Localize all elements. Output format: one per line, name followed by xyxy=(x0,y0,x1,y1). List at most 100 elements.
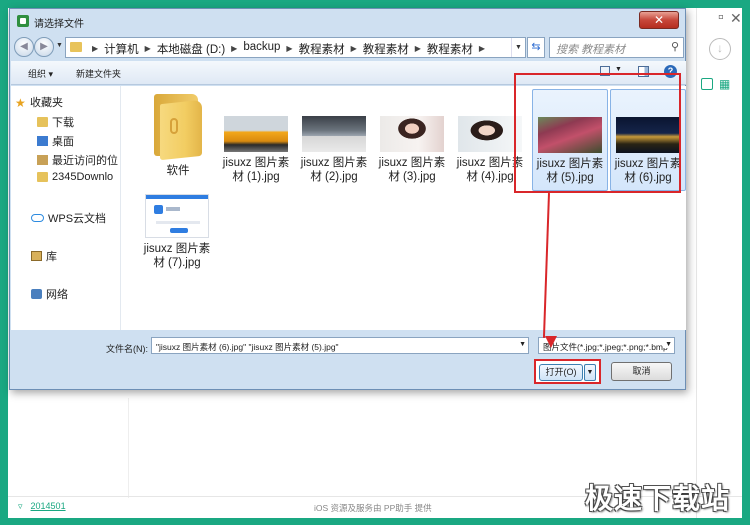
downloads-folder-icon xyxy=(37,117,48,127)
grid-icon[interactable]: ▦ xyxy=(719,78,732,91)
image-thumbnail xyxy=(145,194,209,238)
close-button[interactable]: ✕ xyxy=(639,11,679,29)
file-label: jisuxz 图片素材 (7).jpg xyxy=(143,243,211,269)
back-button[interactable]: ◀ xyxy=(14,37,34,57)
nav-label: 2345Downlo xyxy=(52,171,114,183)
nav-network[interactable]: 网络 xyxy=(31,286,68,302)
forward-button[interactable]: ▶ xyxy=(34,37,54,57)
version-text: 2014501 xyxy=(30,501,66,511)
file-item[interactable]: jisuxz 图片素材 (1).jpg xyxy=(218,116,294,184)
nav-downloads[interactable]: 下载 xyxy=(37,114,74,130)
chevron-down-icon[interactable]: ▼ xyxy=(519,341,526,348)
dialog-title: 请选择文件 xyxy=(34,19,84,30)
download-icon[interactable]: ↓ xyxy=(709,38,731,60)
chevron-right-icon[interactable]: ▶ xyxy=(351,41,357,57)
breadcrumb-item[interactable]: 计算机 xyxy=(104,41,139,57)
folder-icon xyxy=(37,172,48,182)
search-input[interactable]: 搜索 教程素材 ⚲ xyxy=(549,37,684,58)
open-button[interactable]: 打开(O) xyxy=(539,364,583,381)
image-thumbnail xyxy=(380,116,444,152)
search-placeholder: 搜索 教程素材 xyxy=(556,44,626,56)
file-label: 软件 xyxy=(166,165,190,177)
file-dialog: 请选择文件 ✕ ◀ ▶ ▼ ▶ 计算机 ▶ 本地磁盘 (D:) ▶ backup… xyxy=(9,8,686,390)
nav-favorites[interactable]: ★ 收藏夹 xyxy=(15,94,63,110)
nav-2345-downloads[interactable]: 2345Downlo xyxy=(37,171,113,183)
nav-libraries[interactable]: 库 xyxy=(31,248,57,264)
organize-button[interactable]: 组织 ▾ xyxy=(28,67,53,80)
search-icon[interactable]: ⚲ xyxy=(671,40,679,53)
file-label: jisuxz 图片素材 (3).jpg xyxy=(378,157,446,183)
footer-text: iOS 资源及服务由 PP助手 提供 xyxy=(314,503,432,513)
breadcrumb-item[interactable]: 教程素材 xyxy=(363,41,409,57)
triangle-icon: ▿ xyxy=(18,501,23,511)
filename-value: "jisuxz 图片素材 (6).jpg" "jisuxz 图片素材 (5).j… xyxy=(156,342,339,352)
file-label: jisuxz 图片素材 (1).jpg xyxy=(222,157,290,183)
breadcrumb: ▶ 计算机 ▶ 本地磁盘 (D:) ▶ backup ▶ 教程素材 ▶ 教程素材… xyxy=(86,41,491,57)
annotation-arrow-head xyxy=(545,336,557,348)
nav-label: 库 xyxy=(46,251,57,263)
selection-highlight xyxy=(514,73,681,193)
nav-label: WPS云文档 xyxy=(48,213,107,225)
open-options-dropdown[interactable]: ▼ xyxy=(584,364,596,381)
image-thumbnail xyxy=(458,116,522,152)
close-icon[interactable]: ✕ xyxy=(730,10,742,27)
file-item[interactable]: jisuxz 图片素材 (2).jpg xyxy=(296,116,372,184)
address-row: ◀ ▶ ▼ ▶ 计算机 ▶ 本地磁盘 (D:) ▶ backup ▶ 教程素材 … xyxy=(10,33,685,61)
nav-wps-cloud[interactable]: WPS云文档 xyxy=(31,210,106,226)
recent-places-icon xyxy=(37,155,48,165)
new-folder-button[interactable]: 新建文件夹 xyxy=(76,67,121,80)
file-label: jisuxz 图片素材 (2).jpg xyxy=(300,157,368,183)
chevron-right-icon[interactable]: ▶ xyxy=(231,41,237,57)
file-item-folder[interactable]: 软件 xyxy=(140,90,216,177)
site-watermark: 极速下载站 xyxy=(584,483,730,514)
nav-label: 最近访问的位 xyxy=(52,155,118,167)
image-thumbnail xyxy=(302,116,366,152)
app-right-panel: ▫ ✕ ↓ ▦ xyxy=(696,8,742,518)
filename-input[interactable]: "jisuxz 图片素材 (6).jpg" "jisuxz 图片素材 (5).j… xyxy=(151,337,529,354)
network-icon xyxy=(31,289,42,299)
dialog-footer: 文件名(N): "jisuxz 图片素材 (6).jpg" "jisuxz 图片… xyxy=(10,331,685,391)
filetype-select[interactable]: 图片文件(*.jpg;*.jpeg;*.png;*.bmp ▼ xyxy=(538,337,675,354)
refresh-button[interactable]: ⇆ xyxy=(527,37,545,58)
address-dropdown-icon[interactable]: ▼ xyxy=(511,38,525,57)
library-icon xyxy=(31,251,42,261)
file-item[interactable]: jisuxz 图片素材 (7).jpg xyxy=(139,194,215,270)
breadcrumb-item[interactable]: 教程素材 xyxy=(299,41,345,57)
nav-label: 网络 xyxy=(46,289,68,301)
nav-label: 收藏夹 xyxy=(30,97,63,109)
cloud-icon xyxy=(31,214,44,222)
chevron-right-icon[interactable]: ▶ xyxy=(415,41,421,57)
chevron-right-icon: ▶ xyxy=(92,44,99,53)
nav-desktop[interactable]: 桌面 xyxy=(37,133,74,149)
cancel-button[interactable]: 取消 xyxy=(611,362,672,381)
breadcrumb-item[interactable]: backup xyxy=(243,41,280,57)
divider xyxy=(128,398,129,498)
desktop-icon xyxy=(37,136,48,146)
open-button-highlight: 打开(O) ▼ xyxy=(534,359,601,384)
folder-icon xyxy=(150,90,206,161)
file-item[interactable]: jisuxz 图片素材 (3).jpg xyxy=(374,116,450,184)
folder-icon xyxy=(70,42,82,52)
app-icon xyxy=(17,15,29,27)
navigation-pane: ★ 收藏夹 下载 桌面 最近访问的位 2345Downlo WPS云文档 库 网… xyxy=(11,86,121,330)
nav-label: 桌面 xyxy=(52,136,74,148)
chevron-down-icon[interactable]: ▼ xyxy=(663,341,672,348)
nav-recent[interactable]: 最近访问的位 xyxy=(37,152,118,168)
nav-label: 下载 xyxy=(52,117,74,129)
version-link[interactable]: ▿ 2014501 xyxy=(18,501,66,512)
view-dropdown-icon[interactable]: ▼ xyxy=(615,66,622,73)
filetype-value: 图片文件(*.jpg;*.jpeg;*.png;*.bmp xyxy=(543,342,668,352)
chevron-right-icon[interactable]: ▶ xyxy=(286,41,292,57)
star-icon: ★ xyxy=(15,96,26,110)
minimize-icon[interactable]: ▫ xyxy=(718,10,730,26)
breadcrumb-item[interactable]: 教程素材 xyxy=(427,41,473,57)
dialog-titlebar[interactable]: 请选择文件 ✕ xyxy=(10,9,685,33)
chevron-right-icon[interactable]: ▶ xyxy=(145,41,151,57)
image-thumbnail xyxy=(224,116,288,152)
address-bar[interactable]: ▶ 计算机 ▶ 本地磁盘 (D:) ▶ backup ▶ 教程素材 ▶ 教程素材… xyxy=(65,37,526,58)
chevron-right-icon[interactable]: ▶ xyxy=(479,41,485,57)
breadcrumb-item[interactable]: 本地磁盘 (D:) xyxy=(157,41,225,57)
calendar-icon[interactable] xyxy=(701,78,713,90)
filename-label: 文件名(N): xyxy=(106,344,148,354)
history-dropdown-icon[interactable]: ▼ xyxy=(56,42,63,49)
